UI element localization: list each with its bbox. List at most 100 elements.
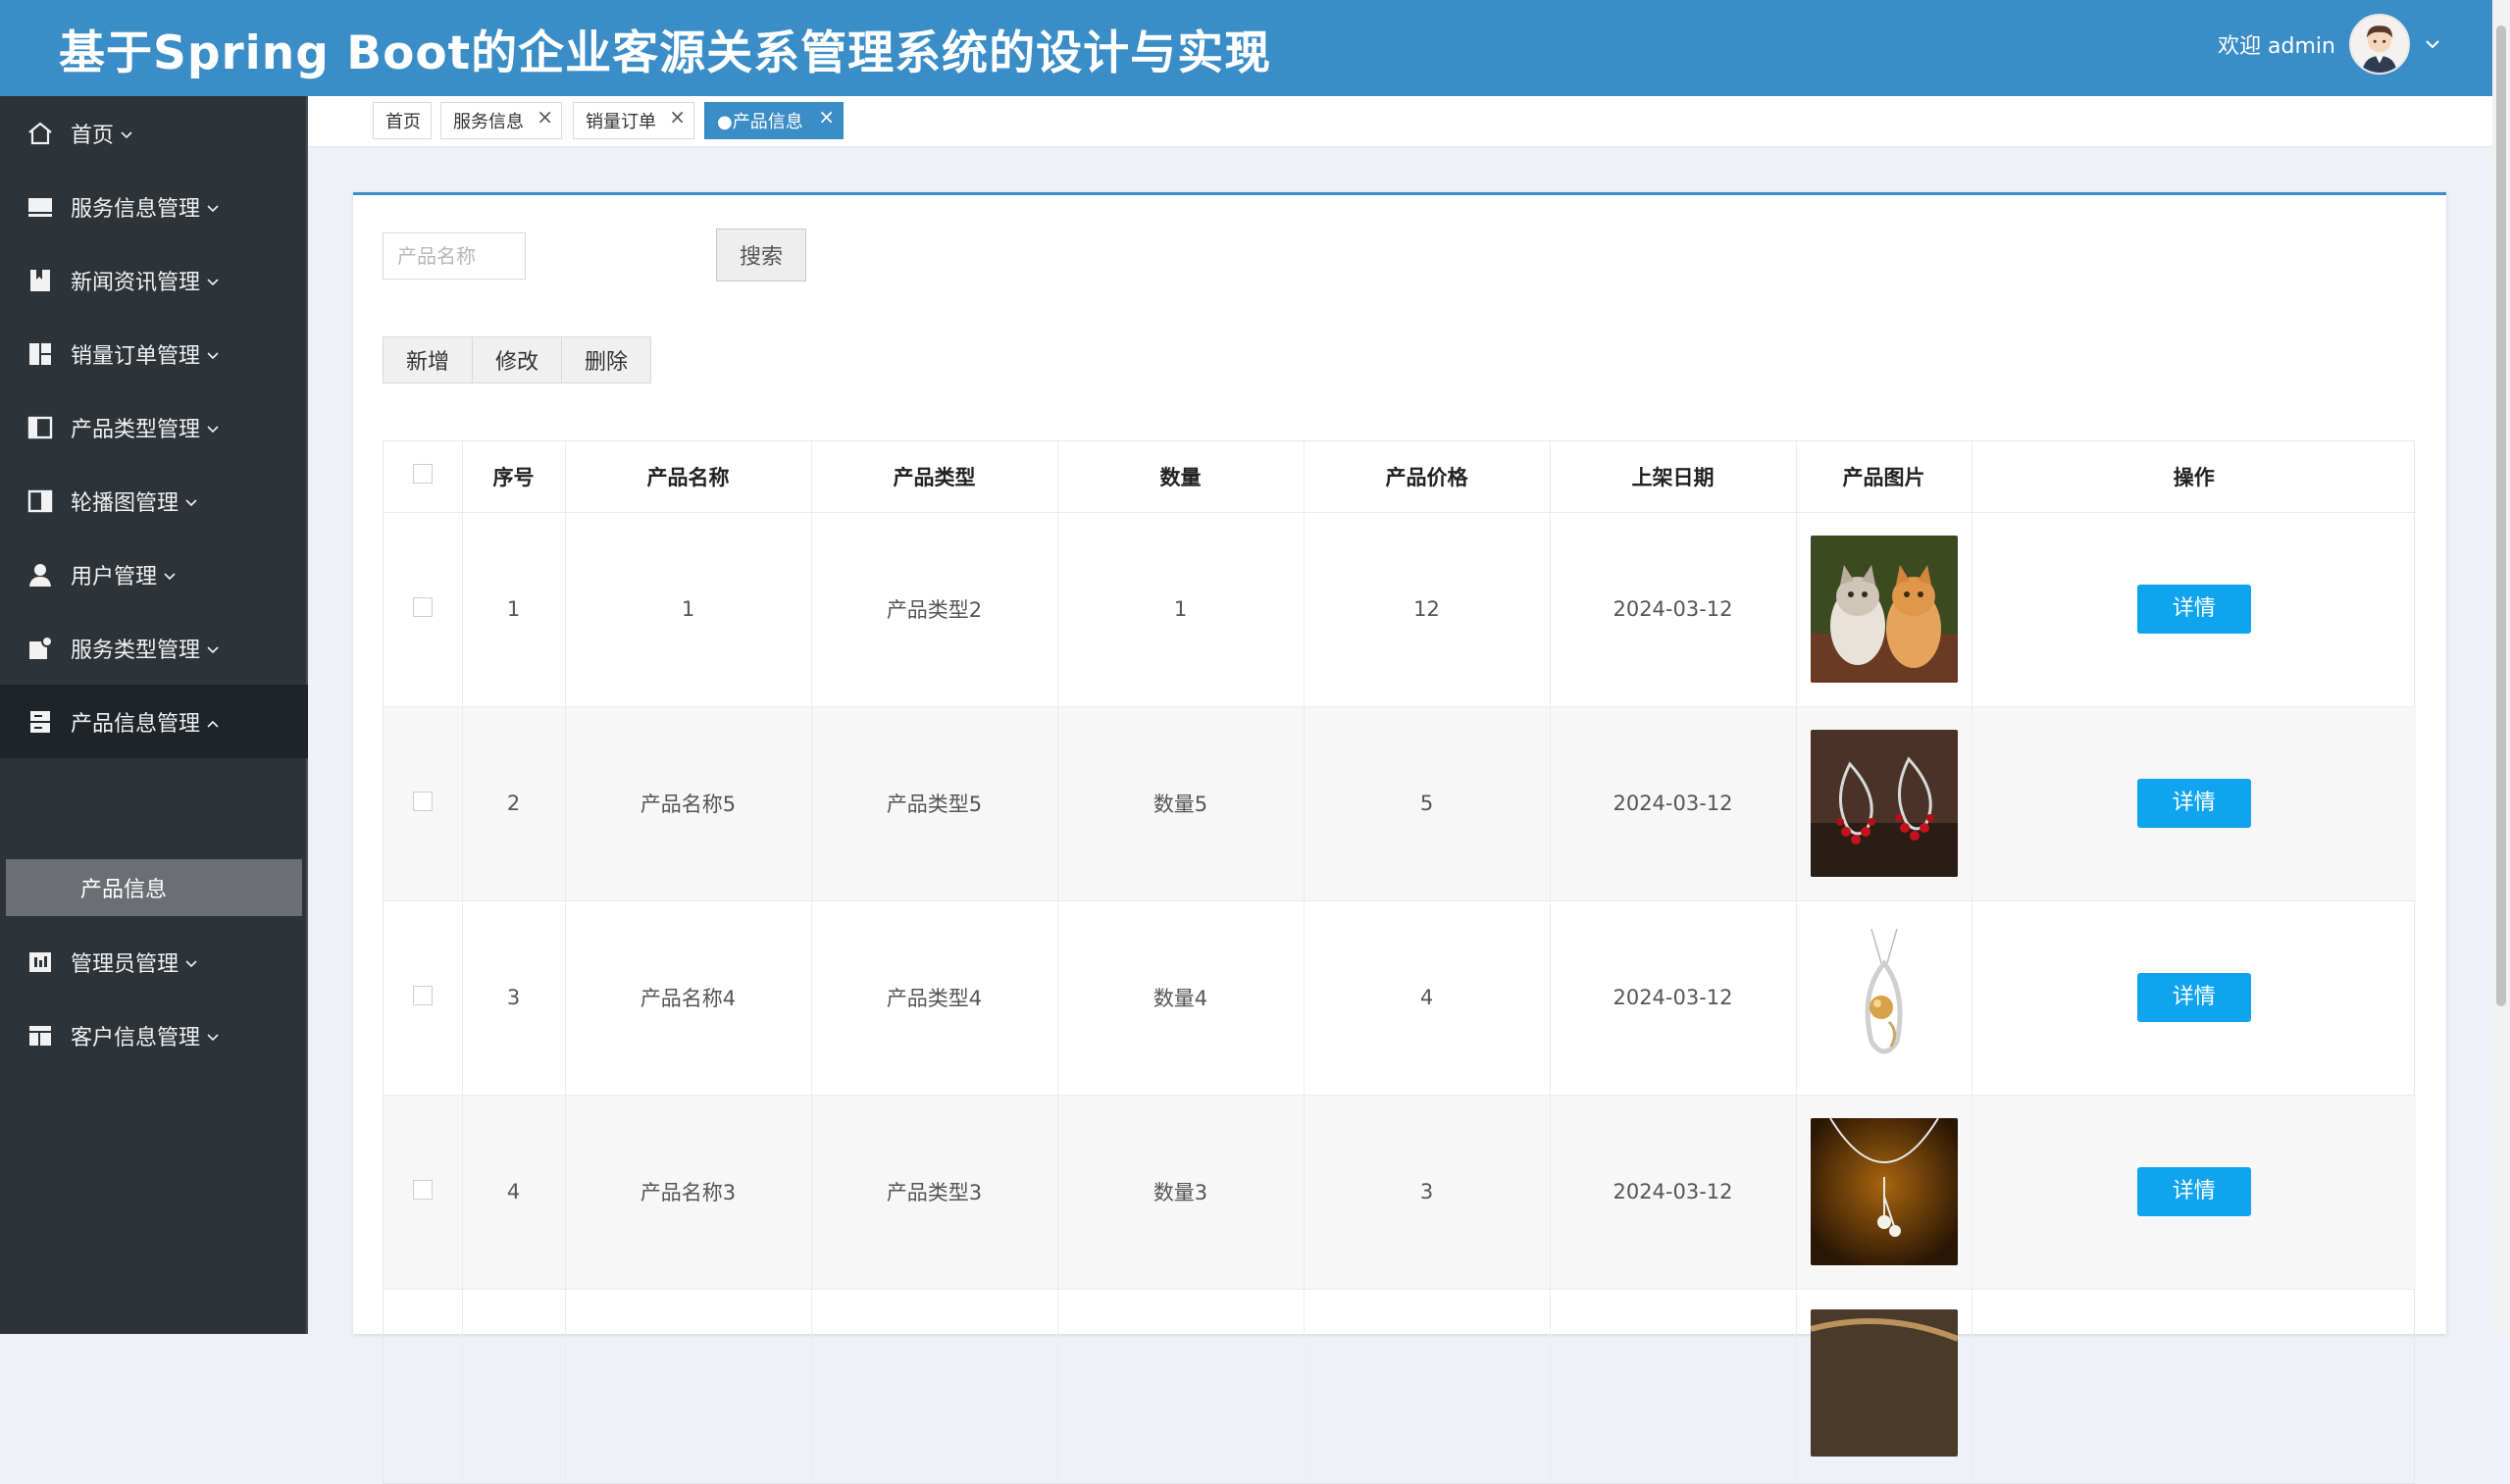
row-checkbox[interactable]	[412, 985, 433, 1005]
action-toolbar: 新增 修改 删除	[383, 336, 651, 384]
sidebar-item-label: 客户信息管理	[71, 1025, 201, 1050]
sidebar-item-label: 服务类型管理	[71, 638, 201, 663]
tab-service-info[interactable]: 服务信息 ×	[440, 102, 562, 139]
chevron-down-icon	[207, 351, 219, 359]
cell-image	[1796, 1095, 1972, 1289]
row-checkbox[interactable]	[412, 791, 433, 811]
cell-qty: 1	[1057, 512, 1305, 706]
server-icon	[30, 710, 50, 733]
detail-button[interactable]: 详情	[2136, 585, 2251, 634]
edit-button[interactable]: 修改	[472, 336, 562, 384]
product-photo	[1810, 1308, 1958, 1457]
sidebar-item-home[interactable]: 首页	[0, 96, 308, 170]
cell-action	[1972, 1289, 2416, 1483]
sidebar-item-news[interactable]: 新闻资讯管理	[0, 243, 308, 317]
monitor-icon	[28, 197, 52, 217]
cell-qty	[1057, 1289, 1305, 1483]
close-icon[interactable]: ×	[818, 105, 835, 128]
cell-no: 3	[462, 900, 566, 1095]
chevron-down-icon	[185, 498, 197, 506]
close-icon[interactable]: ×	[669, 105, 686, 128]
tab-sales-orders[interactable]: 销量订单 ×	[573, 102, 694, 139]
table-row: 1 1 产品类型2 1 12 2024-03-12 详情	[384, 512, 2416, 706]
product-name-search-input[interactable]	[383, 232, 526, 280]
cell-image	[1796, 1289, 1972, 1483]
chevron-down-icon	[207, 278, 219, 285]
sidebar-item-label: 产品类型管理	[71, 417, 201, 442]
app-title: 基于Spring Boot的企业客源关系管理系统的设计与实现	[59, 26, 1272, 80]
cell-name: 产品名称5	[565, 706, 812, 900]
cell-type	[811, 1289, 1058, 1483]
cell-type: 产品类型3	[811, 1095, 1058, 1289]
tag-icon	[29, 635, 53, 659]
menu-fold-icon[interactable]	[1231, 29, 1264, 61]
user-menu[interactable]: 欢迎 admin	[2218, 14, 2441, 75]
sidebar-item-users[interactable]: 用户管理	[0, 537, 308, 611]
avatar[interactable]	[2349, 14, 2410, 75]
earrings-photo	[1810, 730, 1958, 877]
cell-name: 产品名称3	[565, 1095, 812, 1289]
chevron-down-icon[interactable]	[2424, 35, 2441, 53]
tab-label: 首页	[385, 112, 421, 132]
col-header-name: 产品名称	[565, 441, 812, 512]
sidebar-item-product-type[interactable]: 产品类型管理	[0, 390, 308, 464]
sidebar-item-admins[interactable]: 管理员管理	[0, 925, 308, 998]
cell-price: 5	[1304, 706, 1551, 900]
cell-date: 2024-03-12	[1550, 1095, 1797, 1289]
cell-action: 详情	[1972, 900, 2416, 1095]
row-checkbox[interactable]	[412, 1179, 433, 1200]
sidebar-item-label: 管理员管理	[71, 951, 179, 977]
row-select-cell	[384, 900, 463, 1095]
chevron-down-icon	[164, 572, 176, 580]
select-all-cell	[384, 441, 463, 512]
cell-qty: 数量5	[1057, 706, 1305, 900]
search-button[interactable]: 搜索	[716, 229, 806, 281]
table-row	[384, 1289, 2416, 1483]
delete-button[interactable]: 删除	[561, 336, 651, 384]
cell-price: 12	[1304, 512, 1551, 706]
table-row: 4 产品名称3 产品类型3 数量3 3 2024-03-12 详情	[384, 1095, 2416, 1289]
cell-date: 2024-03-12	[1550, 512, 1797, 706]
detail-button[interactable]: 详情	[2136, 1167, 2251, 1216]
sidebar-item-customers[interactable]: 客户信息管理	[0, 998, 308, 1072]
sidebar-item-service-info[interactable]: 服务信息管理	[0, 170, 308, 243]
sidebar-item-label: 轮播图管理	[71, 490, 179, 516]
sidebar-item-label: 用户管理	[71, 564, 158, 589]
cell-price	[1304, 1289, 1551, 1483]
scrollbar-thumb[interactable]	[2496, 26, 2506, 1006]
select-all-checkbox[interactable]	[412, 464, 433, 485]
col-header-action: 操作	[2173, 465, 2215, 489]
sidebar-item-carousel[interactable]: 轮播图管理	[0, 464, 308, 537]
tab-product-info[interactable]: ●产品信息 ×	[704, 102, 844, 139]
chevron-down-icon	[207, 204, 219, 212]
cell-name: 产品名称4	[565, 900, 812, 1095]
cell-image	[1796, 900, 1972, 1095]
detail-button[interactable]: 详情	[2136, 779, 2251, 828]
sidebar-item-service-type[interactable]: 服务类型管理	[0, 611, 308, 685]
top-header: 基于Spring Boot的企业客源关系管理系统的设计与实现 欢迎 admin	[0, 0, 2492, 96]
sidebar-subitem-product-info[interactable]: 产品信息	[6, 859, 302, 916]
row-checkbox[interactable]	[412, 596, 433, 617]
cell-type: 产品类型5	[811, 706, 1058, 900]
close-icon[interactable]: ×	[537, 105, 553, 128]
chevron-down-icon	[207, 425, 219, 433]
tab-label: ●产品信息	[717, 112, 803, 132]
row-select-cell	[384, 1289, 463, 1483]
cell-name	[565, 1289, 812, 1483]
sidebar: 首页 服务信息管理 新闻资讯管理 销量订单管理 产品类型管理 轮播图管理 用户管…	[0, 96, 308, 1334]
cell-qty: 数量3	[1057, 1095, 1305, 1289]
chevron-up-icon	[207, 720, 219, 728]
detail-button[interactable]: 详情	[2136, 973, 2251, 1022]
sidebar-item-product-info[interactable]: 产品信息管理	[0, 685, 308, 758]
tab-home[interactable]: 首页	[373, 102, 432, 139]
sidebar-item-sales-orders[interactable]: 销量订单管理	[0, 317, 308, 390]
dashboard-icon	[29, 342, 51, 365]
page-scrollbar[interactable]	[2492, 0, 2510, 1334]
cell-image	[1796, 512, 1972, 706]
columns-icon	[27, 416, 53, 438]
add-button[interactable]: 新增	[383, 336, 473, 384]
cell-action: 详情	[1972, 512, 2416, 706]
welcome-text: 欢迎 admin	[2218, 34, 2335, 59]
cell-date: 2024-03-12	[1550, 900, 1797, 1095]
table-header-row: 序号 产品名称 产品类型 数量 产品价格 上架日期 产品图片 操作	[384, 441, 2416, 512]
